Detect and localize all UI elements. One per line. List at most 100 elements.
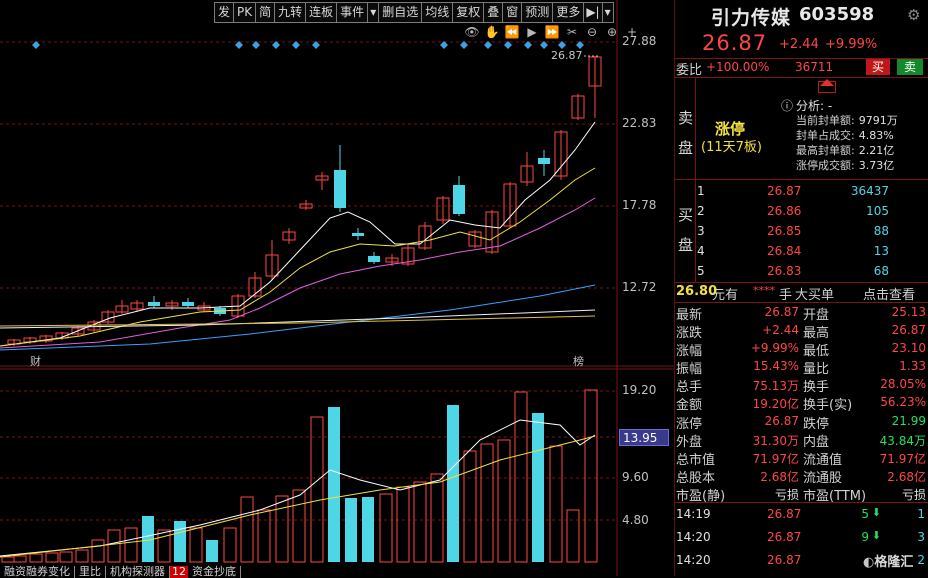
- volume-bar: [413, 481, 427, 563]
- toolbar-button[interactable]: 发: [214, 2, 234, 23]
- toolbar-button[interactable]: ▾: [601, 2, 614, 23]
- buy-level-index: 3: [697, 224, 705, 238]
- toolbar-button[interactable]: 事件: [336, 2, 368, 23]
- volume-bar: [257, 509, 271, 563]
- limit-metric-row: 涨停成交额: 3.73亿: [796, 159, 895, 172]
- finance-marker[interactable]: 财: [30, 353, 41, 369]
- commission-ratio: +100.00%: [706, 60, 770, 74]
- buy-level-row[interactable]: 2 26.86 105: [675, 202, 928, 222]
- ma10-line: [0, 167, 596, 347]
- buy-button[interactable]: 买: [866, 59, 890, 75]
- tick-count: 1: [917, 507, 925, 521]
- stats-value: 75.13万: [752, 379, 799, 394]
- big-order-link[interactable]: 点击查看: [863, 284, 915, 303]
- zoom-out-icon[interactable]: ⊖: [583, 24, 601, 40]
- stock-title: 引力传媒 603598 ⚙: [675, 3, 928, 29]
- kline-chart[interactable]: 发 PK 简九转 连板 事件 ▾ 删自选 均线 复权叠窗预测 更多 ▶| ▾ 👁 ✋ ⏪ ▶ ⏩ ✂ ⊖ ⊕ + 27…: [0, 0, 674, 578]
- stats-table: 最新 26.87 开盘 25.13 涨跌 +2.44 最高 26.87 涨幅 +9.99% 最低 23…: [675, 303, 928, 504]
- back-icon[interactable]: ⏪: [503, 24, 521, 40]
- toolbar-button[interactable]: ▾: [367, 2, 379, 23]
- rank-marker[interactable]: 榜: [573, 353, 584, 369]
- watermark: ◐格隆汇: [863, 555, 914, 570]
- current-price: 26.87: [702, 31, 768, 55]
- volume-bar: [549, 445, 563, 563]
- stats-row: 涨跌 +2.44 最高 26.87: [675, 321, 928, 341]
- volume-bar: [240, 496, 254, 563]
- volume-bar: [13, 555, 27, 563]
- stats-row: 总股本 2.68亿 流通股 2.68亿: [675, 466, 928, 486]
- tab-ratio[interactable]: 里比: [75, 566, 106, 578]
- stats-value: 71.97亿: [879, 451, 926, 466]
- buy-level-row[interactable]: 1 26.87 36437: [675, 182, 928, 202]
- volume-bar: [91, 539, 105, 563]
- gear-icon[interactable]: ⚙: [907, 6, 920, 24]
- analysis-info-icon[interactable]: ⓘ: [781, 97, 793, 114]
- toolbar-button[interactable]: 删自选: [378, 2, 422, 23]
- stats-row: 振幅 15.43% 量比 1.33: [675, 357, 928, 377]
- event-marker-icon: [460, 41, 468, 49]
- stock-name: 引力传媒: [711, 7, 792, 29]
- hand-icon[interactable]: ✋: [483, 24, 501, 40]
- sell-button[interactable]: 卖: [897, 59, 923, 75]
- toolbar-button[interactable]: 简: [255, 2, 275, 23]
- event-marker-icon: [292, 41, 300, 49]
- buy-level-row[interactable]: 4 26.84 13: [675, 242, 928, 262]
- tab-institution-detector[interactable]: 机构探测器: [106, 566, 170, 578]
- forward-icon[interactable]: ⏩: [543, 24, 561, 40]
- volume-bar: [584, 389, 598, 563]
- ma5-line: [0, 121, 596, 347]
- volume-bar: [75, 549, 89, 563]
- tab-margin-trading[interactable]: 融资融券变化: [0, 566, 75, 578]
- cut-icon[interactable]: ✂: [563, 24, 581, 40]
- buy-level-volume: 36437: [850, 184, 889, 198]
- watermark-logo-icon: ◐: [863, 555, 875, 570]
- volume-bar: [189, 527, 203, 563]
- volume-axis-current: 13.95: [619, 429, 669, 446]
- indicator-tabs: 融资融券变化 里比 机构探测器 12 资金抄底: [0, 566, 241, 578]
- event-marker-icon: [484, 41, 492, 49]
- tick-volume: 9: [861, 530, 869, 544]
- toolbar-button[interactable]: 更多: [552, 2, 584, 23]
- chart-canvas[interactable]: [0, 0, 674, 576]
- zoom-in-icon[interactable]: ⊕: [603, 24, 621, 40]
- big-order-unit: 手: [779, 288, 793, 303]
- buy-side: 买盘 1 26.87 36437 2 26.86 105 3 26.85 88 4 26.84 13 5…: [675, 180, 928, 282]
- buy-level-volume: 13: [873, 244, 889, 258]
- tick-time: 14:20: [676, 530, 711, 544]
- buy-level-row[interactable]: 3 26.85 88: [675, 222, 928, 242]
- chart-toolbar: 发 PK 简九转 连板 事件 ▾ 删自选 均线 复权叠窗预测 更多 ▶| ▾: [214, 2, 614, 23]
- stats-value: 56.23%: [880, 395, 926, 410]
- big-order-row: 26.80 元有 **** 手 大买单 点击查看: [675, 284, 928, 303]
- toolbar-button[interactable]: 叠: [483, 2, 503, 23]
- stats-value: 亏损: [901, 487, 926, 502]
- volume-bar: [345, 498, 357, 562]
- volume-bar: [514, 391, 528, 563]
- volume-bar: [328, 407, 340, 562]
- eye-icon[interactable]: 👁: [463, 24, 481, 40]
- volume-ma10-line: [0, 435, 596, 558]
- stats-value: 71.97亿: [752, 451, 799, 466]
- toolbar-button[interactable]: PK: [233, 2, 256, 23]
- tick-time: 14:19: [676, 507, 711, 521]
- toolbar-button[interactable]: 复权: [452, 2, 484, 23]
- volume-bar: [124, 527, 138, 563]
- tab-bottom-fishing[interactable]: 资金抄底: [188, 566, 241, 578]
- buy-level-volume: 88: [873, 224, 889, 238]
- commission-ratio-row: 委比 +100.00% 36711 买 卖: [675, 59, 928, 78]
- buy-level-price: 26.87: [767, 184, 802, 198]
- stats-row: 市盈(静) 亏损 市盈(TTM) 亏损: [675, 484, 928, 504]
- toolbar-button[interactable]: 均线: [421, 2, 453, 23]
- toolbar-button[interactable]: ▶|: [583, 2, 602, 23]
- volume-bar: [1, 556, 15, 563]
- toolbar-button[interactable]: 预测: [521, 2, 553, 23]
- toolbar-button[interactable]: 九转: [274, 2, 306, 23]
- volume-bar: [396, 486, 410, 563]
- volume-bar: [566, 509, 580, 563]
- tick-price: 26.87: [767, 553, 802, 567]
- big-order-label: 大买单: [795, 288, 835, 303]
- toolbar-button[interactable]: 窗: [502, 2, 522, 23]
- toolbar-button[interactable]: 连板: [305, 2, 337, 23]
- buy-level-row[interactable]: 5 26.83 68: [675, 262, 928, 282]
- play-icon[interactable]: ▶: [523, 24, 541, 40]
- volume-bar: [107, 529, 121, 563]
